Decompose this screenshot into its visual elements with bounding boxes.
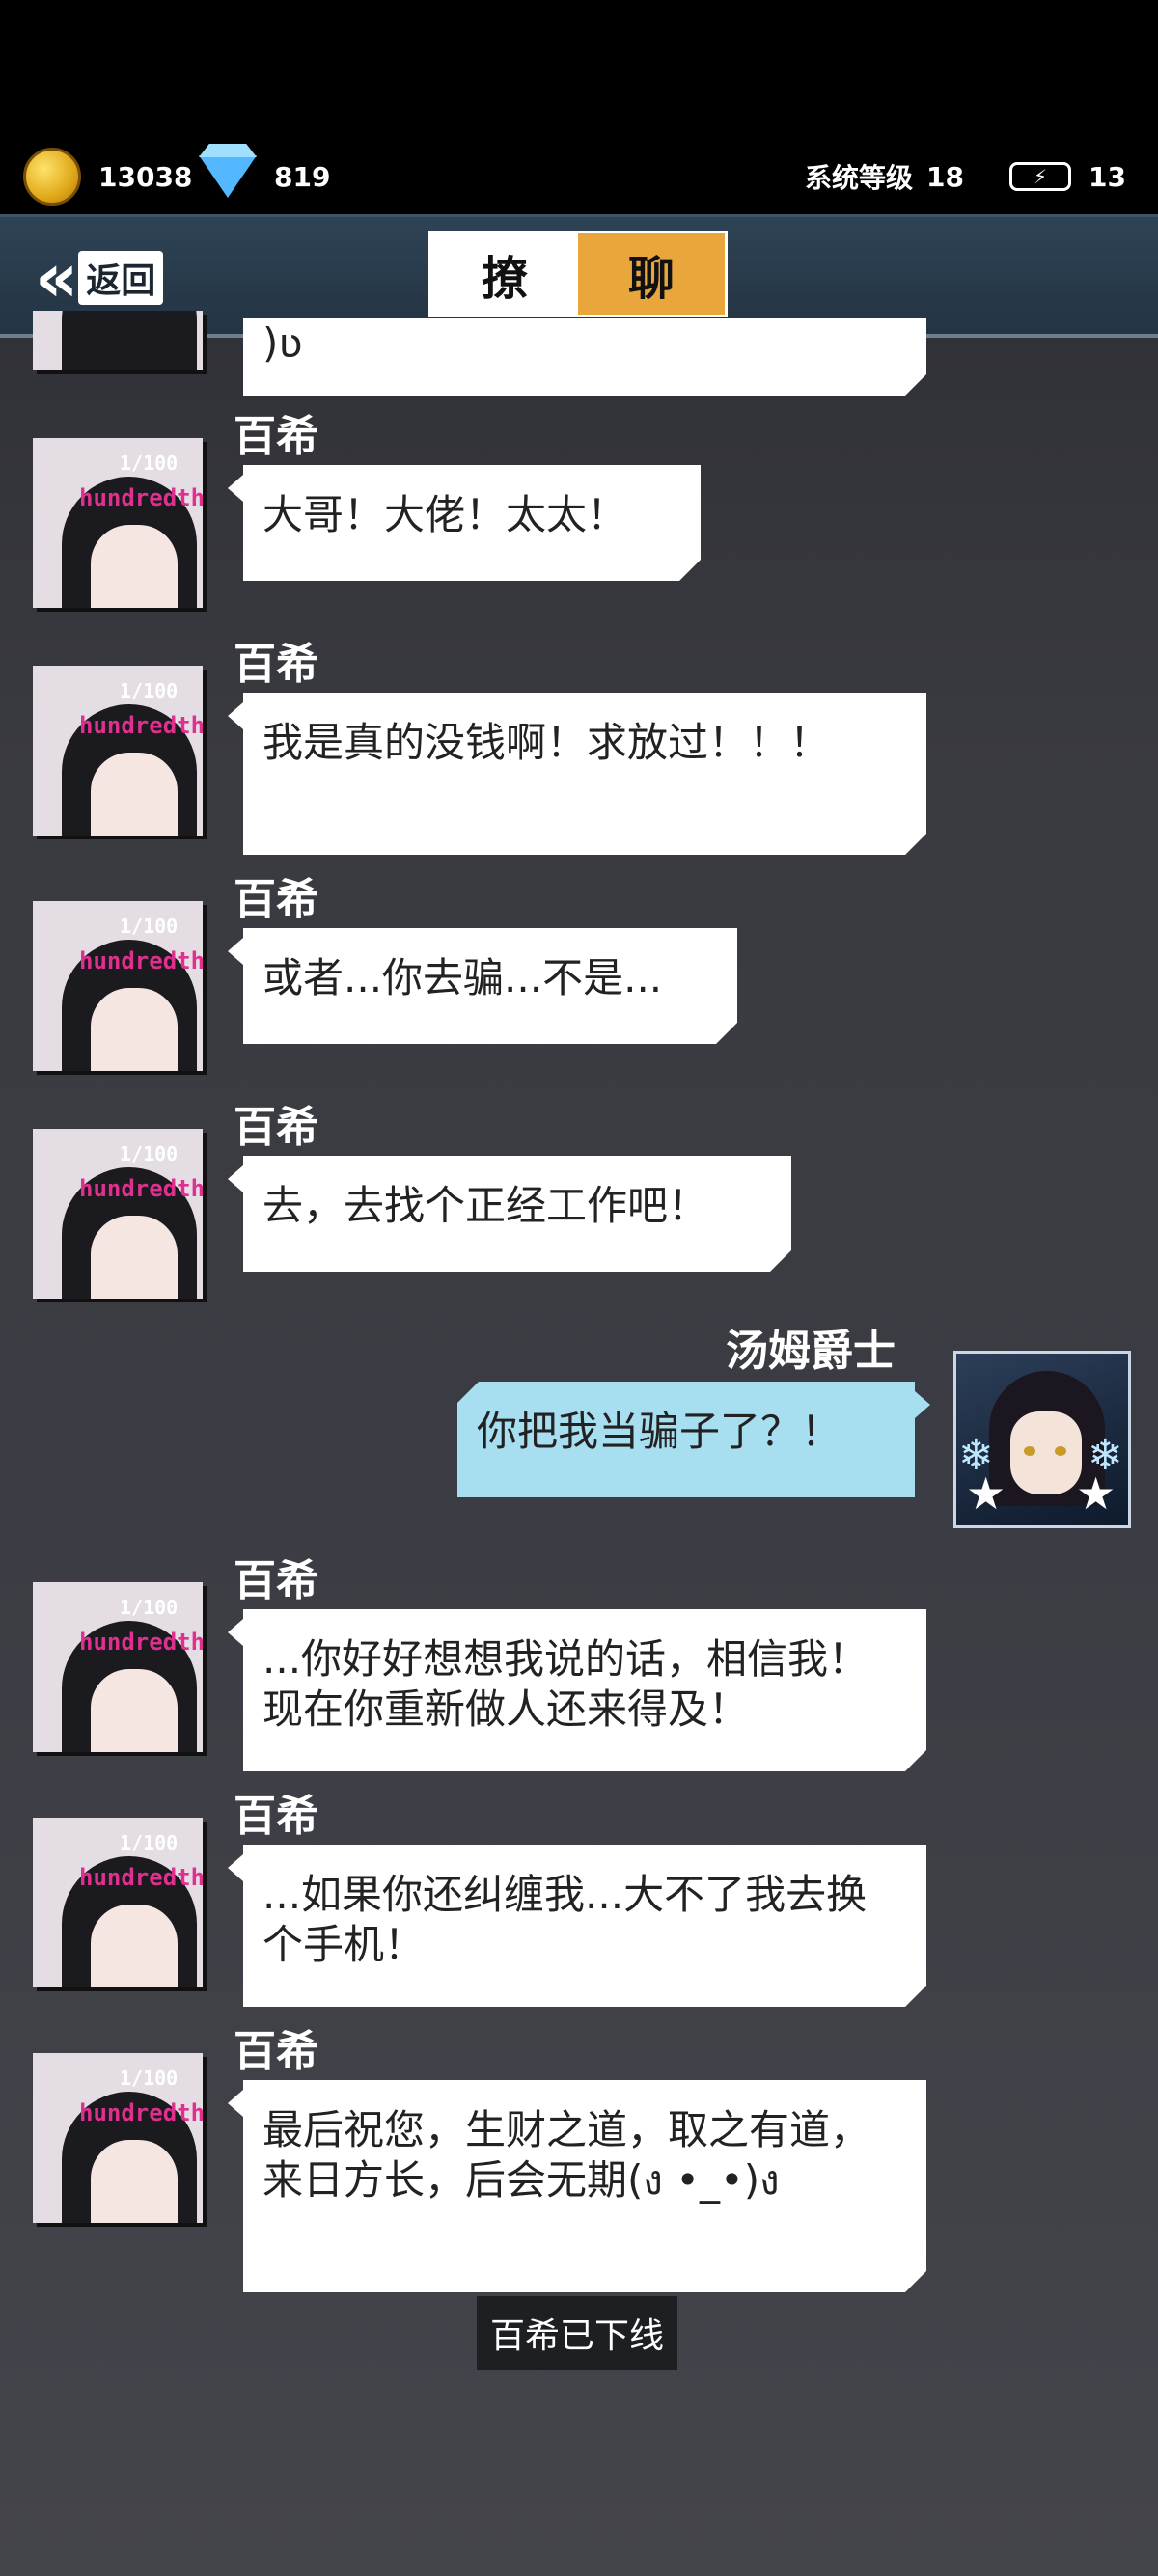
double-chevron-left-icon: «: [35, 238, 78, 317]
energy-amount: 13: [1089, 160, 1126, 193]
bubble-tail: [915, 1391, 930, 1418]
message-bubble: 大哥！大佬！太太！: [243, 465, 701, 581]
coin-icon: [23, 148, 81, 206]
avatar-hair: [62, 311, 197, 370]
avatar-face: [91, 1216, 178, 1299]
message-bubble: 去，去找个正经工作吧！: [243, 1156, 791, 1272]
my-avatar-face: [1010, 1411, 1082, 1494]
energy-icon-glyph: ⚡: [1033, 165, 1048, 188]
energy-counter: ⚡ 13: [1009, 157, 1126, 196]
bubble-tail: [228, 1619, 243, 1646]
sender-name: 百希: [234, 875, 318, 924]
message-bubble: 最后祝您，生财之道，取之有道，来日方长，后会无期(ง •_•)ง: [243, 2080, 926, 2292]
avatar-number: 1/100: [120, 1596, 179, 1619]
avatar: 1/100 hundredth: [33, 1582, 203, 1752]
sender-name: 百希: [234, 1556, 318, 1605]
chat-log[interactable]: )ʋ 百希 1/100 hundredth 大哥！大佬！太太！ 百希 1/100…: [0, 311, 1158, 2576]
avatar: [33, 311, 203, 370]
chat-title-tabs: 撩 聊: [428, 231, 728, 317]
my-avatar: ❄ ❄ ★ ★: [953, 1351, 1131, 1528]
my-avatar-eye: [1024, 1446, 1035, 1456]
message-bubble: )ʋ: [243, 318, 926, 396]
back-label: 返回: [78, 251, 164, 305]
back-button[interactable]: « 返回: [35, 236, 164, 319]
coin-amount: 13038: [98, 160, 193, 193]
avatar-face: [91, 753, 178, 836]
avatar-face: [91, 1669, 178, 1752]
avatar-number: 1/100: [120, 2067, 179, 2090]
my-name: 汤姆爵士: [726, 1327, 896, 1376]
status-notice: 百希已下线: [477, 2296, 678, 2370]
avatar-face: [91, 525, 178, 608]
avatar: 1/100 hundredth: [33, 666, 203, 836]
avatar-text: hundredth: [79, 947, 203, 974]
avatar: 1/100 hundredth: [33, 901, 203, 1071]
sender-name: 百希: [234, 412, 318, 461]
tab-liao2[interactable]: 聊: [578, 233, 725, 315]
coin-counter: 13038: [23, 148, 193, 206]
avatar: 1/100 hundredth: [33, 1129, 203, 1299]
bubble-tail: [228, 1854, 243, 1881]
bubble-tail: [228, 1165, 243, 1192]
avatar-number: 1/100: [120, 679, 179, 702]
message-bubble: ...如果你还纠缠我...大不了我去换个手机！: [243, 1845, 926, 2007]
avatar: 1/100 hundredth: [33, 2053, 203, 2223]
avatar-text: hundredth: [79, 2099, 203, 2126]
star-icon: ★: [966, 1467, 1006, 1520]
sender-name: 百希: [234, 1792, 318, 1841]
sender-name: 百希: [234, 2027, 318, 2076]
message-bubble: 或者...你去骗...不是...: [243, 928, 737, 1044]
gem-icon: [199, 155, 257, 198]
sender-name: 百希: [234, 1103, 318, 1152]
avatar-text: hundredth: [79, 1629, 203, 1656]
system-level-label: 系统等级: [805, 162, 914, 194]
avatar: 1/100 hundredth: [33, 1818, 203, 1987]
avatar-face: [91, 2140, 178, 2223]
energy-icon: ⚡: [1009, 162, 1071, 191]
system-level: 系统等级 18: [805, 157, 964, 196]
my-avatar-eye: [1055, 1446, 1066, 1456]
avatar-text: hundredth: [79, 484, 203, 511]
avatar-number: 1/100: [120, 915, 179, 938]
sender-name: 百希: [234, 640, 318, 689]
avatar: 1/100 hundredth: [33, 438, 203, 608]
star-icon: ★: [1076, 1467, 1117, 1520]
tab-liao1[interactable]: 撩: [431, 233, 578, 315]
avatar-number: 1/100: [120, 452, 179, 475]
avatar-face: [91, 988, 178, 1071]
my-message-bubble: 你把我当骗子了？！: [457, 1382, 915, 1497]
system-level-value: 18: [926, 160, 964, 193]
message-bubble: 我是真的没钱啊！求放过！！！: [243, 693, 926, 855]
bubble-tail: [228, 475, 243, 502]
bubble-tail: [228, 2090, 243, 2117]
avatar-number: 1/100: [120, 1831, 179, 1854]
avatar-text: hundredth: [79, 712, 203, 739]
avatar-number: 1/100: [120, 1142, 179, 1165]
avatar-face: [91, 1905, 178, 1987]
gem-amount: 819: [274, 160, 331, 193]
bubble-tail: [228, 702, 243, 729]
system-status-bar: [0, 0, 1158, 135]
avatar-text: hundredth: [79, 1175, 203, 1202]
message-bubble: ...你好好想想我说的话，相信我！现在你重新做人还来得及！: [243, 1609, 926, 1771]
bubble-tail: [228, 938, 243, 965]
avatar-text: hundredth: [79, 1864, 203, 1891]
gem-counter: 819: [199, 155, 331, 198]
